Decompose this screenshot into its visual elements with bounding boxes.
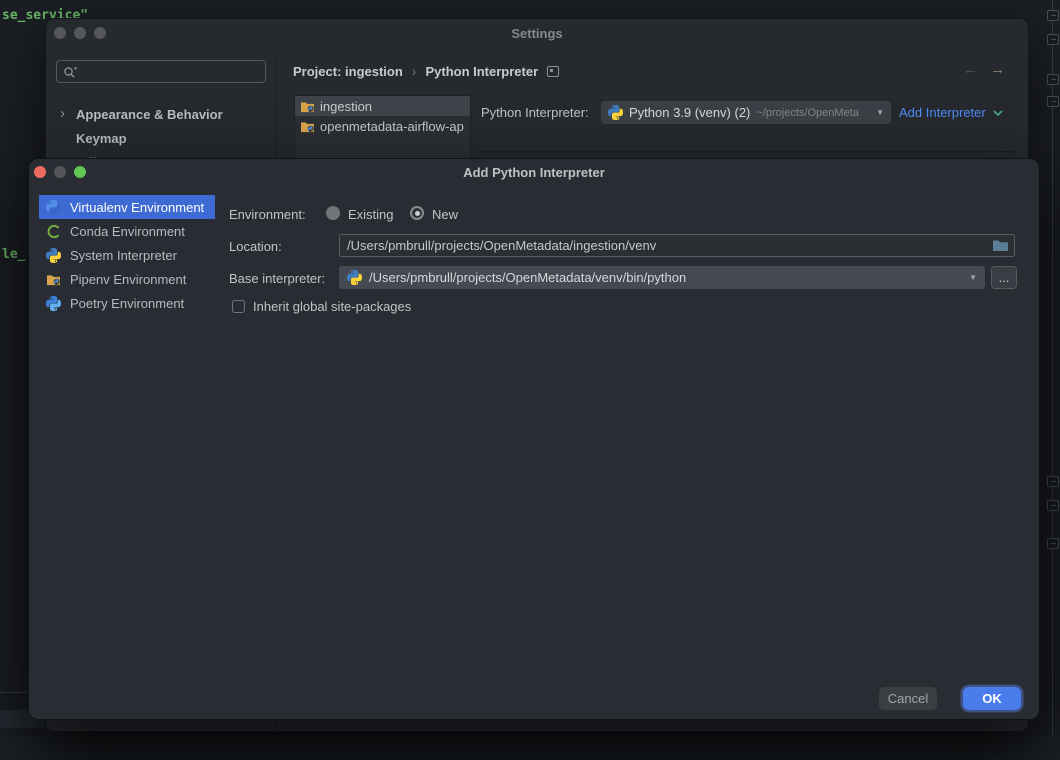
background-statusbar bbox=[0, 736, 1060, 760]
project-module-list: ingestion openmetadata-airflow-ap bbox=[294, 95, 471, 159]
sidebar-item-label: System Interpreter bbox=[70, 248, 177, 263]
fold-marker-icon bbox=[1047, 10, 1059, 21]
tree-item-label: Appearance & Behavior bbox=[76, 107, 223, 122]
project-row-openmetadata-airflow[interactable]: openmetadata-airflow-ap bbox=[295, 116, 470, 136]
breadcrumb-project[interactable]: Project: ingestion bbox=[293, 64, 403, 79]
chevron-right-icon: › bbox=[60, 109, 69, 119]
fold-marker-icon bbox=[1047, 74, 1059, 85]
chevron-down-icon: ▼ bbox=[876, 108, 884, 117]
sidebar-item-label: Pipenv Environment bbox=[70, 272, 186, 287]
fold-marker-icon bbox=[1047, 476, 1059, 487]
fold-marker-icon bbox=[1047, 538, 1059, 549]
sidebar-item-label: Poetry Environment bbox=[70, 296, 184, 311]
sidebar-item-keymap[interactable]: Keymap bbox=[62, 128, 280, 148]
settings-search-field[interactable] bbox=[56, 60, 266, 83]
python-interpreter-dropdown[interactable]: Python 3.9 (venv) (2) ~/projects/OpenMet… bbox=[601, 101, 891, 124]
breadcrumb-separator: › bbox=[412, 63, 417, 79]
more-options-button[interactable]: ... bbox=[991, 266, 1017, 289]
add-interpreter-link[interactable]: Add Interpreter bbox=[899, 105, 1003, 120]
add-interpreter-label: Add Interpreter bbox=[899, 105, 986, 120]
ok-button[interactable]: OK bbox=[963, 687, 1021, 710]
project-row-ingestion[interactable]: ingestion bbox=[295, 96, 470, 116]
python-icon bbox=[46, 296, 61, 311]
python-folder-icon bbox=[300, 120, 315, 133]
project-row-label: ingestion bbox=[320, 99, 372, 114]
settings-search-input[interactable] bbox=[79, 63, 259, 80]
python-folder-icon bbox=[300, 100, 315, 113]
sidebar-item-system-interpreter[interactable]: System Interpreter bbox=[39, 243, 215, 267]
radio-existing-label[interactable]: Existing bbox=[348, 207, 394, 222]
forward-arrow-button[interactable]: → bbox=[990, 61, 1005, 78]
fold-marker-icon bbox=[1047, 34, 1059, 45]
search-icon bbox=[63, 65, 79, 79]
sidebar-item-conda[interactable]: Conda Environment bbox=[39, 219, 215, 243]
radio-new-label[interactable]: New bbox=[432, 207, 458, 222]
chevron-down-icon: ▼ bbox=[969, 273, 977, 282]
interpreter-value: Python 3.9 (venv) (2) bbox=[629, 105, 750, 120]
python-interpreter-label: Python Interpreter: bbox=[481, 105, 589, 120]
breadcrumb-page[interactable]: Python Interpreter bbox=[425, 64, 538, 79]
base-interpreter-value: /Users/pmbrull/projects/OpenMetadata/ven… bbox=[369, 270, 962, 285]
sidebar-item-label: Conda Environment bbox=[70, 224, 185, 239]
location-label: Location: bbox=[229, 239, 282, 254]
radio-existing[interactable] bbox=[326, 206, 340, 220]
project-row-label: openmetadata-airflow-ap bbox=[320, 119, 464, 134]
add-python-interpreter-dialog: Add Python Interpreter Virtualenv Enviro… bbox=[28, 158, 1040, 720]
python-icon bbox=[46, 248, 61, 263]
location-input[interactable] bbox=[345, 237, 986, 254]
radio-new[interactable] bbox=[410, 206, 424, 220]
inherit-site-packages-checkbox[interactable] bbox=[232, 300, 245, 313]
add-dialog-title: Add Python Interpreter bbox=[29, 165, 1039, 180]
pipenv-folder-icon bbox=[46, 273, 61, 286]
screen: se_service" le_ 298 Settings › Appearanc… bbox=[0, 0, 1060, 760]
base-interpreter-label: Base interpreter: bbox=[229, 271, 325, 286]
sidebar-item-poetry[interactable]: Poetry Environment bbox=[39, 291, 215, 315]
inherit-site-packages-label[interactable]: Inherit global site-packages bbox=[253, 299, 411, 314]
conda-icon bbox=[46, 224, 61, 239]
chevron-down-icon bbox=[993, 110, 1003, 116]
sidebar-item-pipenv[interactable]: Pipenv Environment bbox=[39, 267, 215, 291]
base-interpreter-dropdown[interactable]: /Users/pmbrull/projects/OpenMetadata/ven… bbox=[339, 266, 985, 289]
project-settings-icon bbox=[547, 66, 559, 77]
background-code-line: le_ bbox=[2, 247, 25, 262]
fold-marker-icon bbox=[1047, 500, 1059, 511]
sidebar-item-virtualenv[interactable]: Virtualenv Environment bbox=[39, 195, 215, 219]
fold-marker-icon bbox=[1047, 96, 1059, 107]
tree-item-label: Keymap bbox=[76, 131, 127, 146]
folder-browse-icon[interactable] bbox=[992, 239, 1009, 252]
python-icon bbox=[347, 270, 362, 285]
background-divider bbox=[0, 692, 28, 693]
editor-gutter-line bbox=[1052, 0, 1053, 760]
python-icon bbox=[46, 200, 61, 215]
sidebar-item-label: Virtualenv Environment bbox=[70, 200, 204, 215]
settings-title: Settings bbox=[46, 26, 1028, 41]
interpreter-type-sidebar: Virtualenv Environment Conda Environment… bbox=[39, 195, 215, 315]
sidebar-item-appearance-behavior[interactable]: › Appearance & Behavior bbox=[46, 104, 280, 124]
location-field[interactable] bbox=[339, 234, 1015, 257]
cancel-button[interactable]: Cancel bbox=[879, 687, 937, 710]
breadcrumb: Project: ingestion › Python Interpreter bbox=[293, 63, 559, 79]
python-icon bbox=[608, 105, 623, 120]
back-arrow-button[interactable]: ← bbox=[963, 61, 978, 78]
interpreter-path: ~/projects/OpenMeta bbox=[756, 107, 870, 119]
environment-label: Environment: bbox=[229, 207, 306, 222]
